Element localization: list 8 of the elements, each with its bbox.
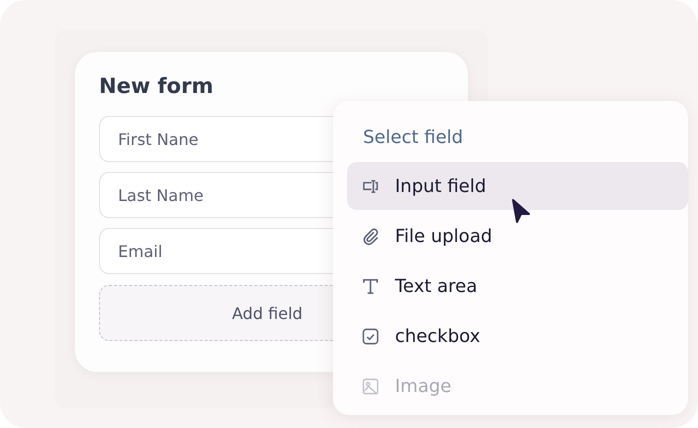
checkbox-icon: [361, 326, 380, 346]
menu-item[interactable]: Input field: [347, 162, 688, 210]
text-icon: [361, 276, 380, 296]
image-icon: [361, 376, 380, 396]
paperclip-icon: [361, 226, 380, 246]
menu-title: Select field: [362, 127, 464, 148]
form-title: New form: [99, 74, 214, 98]
mouse-pointer-icon: [511, 198, 531, 224]
